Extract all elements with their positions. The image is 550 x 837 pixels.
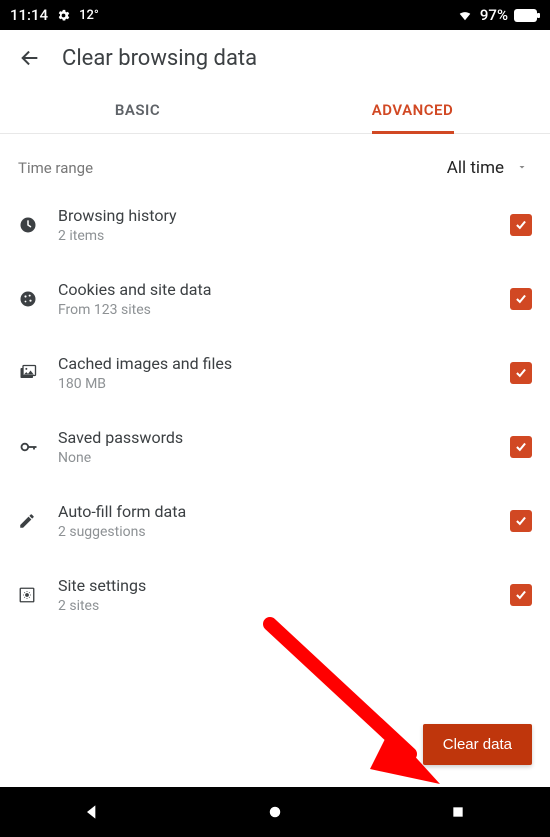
annotation-arrow: [260, 614, 460, 804]
item-title: Browsing history: [58, 206, 510, 225]
back-button[interactable]: [14, 42, 46, 74]
site-settings-icon: [18, 586, 58, 604]
list-item[interactable]: Auto-fill form data 2 suggestions: [18, 484, 532, 558]
tab-advanced-label: ADVANCED: [372, 101, 453, 119]
item-subtitle: None: [58, 450, 510, 466]
tab-basic-label: BASIC: [115, 101, 160, 119]
checkbox[interactable]: [510, 510, 532, 532]
item-title: Auto-fill form data: [58, 502, 510, 521]
list-item[interactable]: Cached images and files 180 MB: [18, 336, 532, 410]
checkbox[interactable]: [510, 436, 532, 458]
list-item[interactable]: Saved passwords None: [18, 410, 532, 484]
item-subtitle: 2 suggestions: [58, 524, 510, 540]
item-title: Saved passwords: [58, 428, 510, 447]
time-range-row: Time range All time: [18, 134, 532, 188]
time-range-select[interactable]: All time: [447, 158, 532, 178]
cookie-icon: [18, 289, 58, 309]
status-temp: 12°: [79, 8, 99, 23]
item-title: Site settings: [58, 576, 510, 595]
item-title: Cookies and site data: [58, 280, 510, 299]
item-title: Cached images and files: [58, 354, 510, 373]
wifi-icon: [456, 8, 474, 22]
tab-advanced[interactable]: ADVANCED: [275, 86, 550, 133]
content-area: Time range All time Browsing history 2 i…: [0, 134, 550, 787]
key-icon: [18, 437, 58, 457]
battery-icon: [514, 9, 540, 22]
checkbox[interactable]: [510, 288, 532, 310]
list-item[interactable]: Site settings 2 sites: [18, 558, 532, 632]
item-subtitle: 2 sites: [58, 598, 510, 614]
list-item[interactable]: Cookies and site data From 123 sites: [18, 262, 532, 336]
time-range-value: All time: [447, 158, 504, 178]
gear-icon: [56, 8, 71, 23]
nav-recent-button[interactable]: [438, 792, 478, 832]
nav-back-button[interactable]: [72, 792, 112, 832]
app-header: Clear browsing data: [0, 30, 550, 86]
clock-icon: [18, 215, 58, 235]
checkbox[interactable]: [510, 214, 532, 236]
image-icon: [18, 363, 58, 383]
chevron-down-icon: [516, 158, 528, 178]
nav-home-button[interactable]: [255, 792, 295, 832]
android-nav-bar: [0, 787, 550, 837]
tab-bar: BASIC ADVANCED: [0, 86, 550, 134]
tab-basic[interactable]: BASIC: [0, 86, 275, 133]
list-item[interactable]: Browsing history 2 items: [18, 188, 532, 262]
pencil-icon: [18, 512, 58, 530]
item-subtitle: 180 MB: [58, 376, 510, 392]
time-range-label: Time range: [18, 159, 93, 177]
checkbox[interactable]: [510, 584, 532, 606]
clear-data-button[interactable]: Clear data: [423, 724, 532, 765]
item-subtitle: 2 items: [58, 228, 510, 244]
status-time: 11:14: [10, 6, 48, 24]
page-title: Clear browsing data: [62, 46, 257, 71]
status-battery: 97%: [480, 6, 508, 24]
checkbox[interactable]: [510, 362, 532, 384]
item-subtitle: From 123 sites: [58, 302, 510, 318]
status-bar: 11:14 12° 97%: [0, 0, 550, 30]
